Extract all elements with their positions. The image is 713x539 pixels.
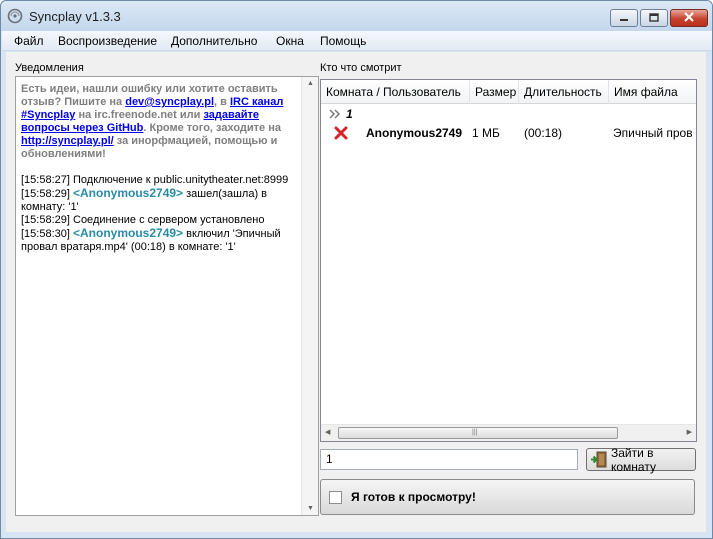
join-room-button[interactable]: Зайти в комнату xyxy=(586,445,696,474)
room-name: 1 xyxy=(346,107,353,121)
door-enter-icon xyxy=(590,451,607,468)
menu-playback[interactable]: Воспроизведение xyxy=(58,34,157,48)
window-title: Syncplay v1.3.3 xyxy=(29,9,121,24)
room-chevron-icon xyxy=(329,108,341,123)
join-room-label: Зайти в комнату xyxy=(611,445,656,474)
menu-windows[interactable]: Окна xyxy=(276,34,304,48)
log-entry: [15:58:29] <Anonymous2749> зашел(зашла) … xyxy=(21,186,268,214)
title-bar[interactable]: Syncplay v1.3.3 xyxy=(1,1,712,31)
column-duration[interactable]: Длительность xyxy=(519,80,609,104)
column-room-user[interactable]: Комната / Пользователь xyxy=(321,80,470,104)
client-area: Уведомления Есть идеи, нашли ошибку или … xyxy=(6,52,706,532)
email-link[interactable]: dev@syncplay.pl xyxy=(125,96,214,108)
log-scrollbar[interactable]: ▲ ▼ xyxy=(301,77,318,515)
menu-advanced[interactable]: Дополнительно xyxy=(171,34,257,48)
room-name-input[interactable]: 1 xyxy=(320,449,578,470)
user-file-duration: (00:18) xyxy=(524,126,563,140)
scroll-right-icon[interactable]: ▶ xyxy=(687,428,692,436)
notifications-label: Уведомления xyxy=(15,62,84,74)
scroll-left-icon[interactable]: ◀ xyxy=(325,428,330,436)
user-name: Anonymous2749 xyxy=(366,126,463,140)
syncplay-icon xyxy=(7,8,23,24)
scroll-down-icon[interactable]: ▼ xyxy=(307,505,314,512)
maximize-button[interactable] xyxy=(640,9,668,27)
menu-help[interactable]: Помощь xyxy=(320,34,366,48)
column-filename[interactable]: Имя файла xyxy=(609,80,696,104)
minimize-icon xyxy=(619,11,629,25)
notifications-log[interactable]: Есть идеи, нашли ошибку или хотите остав… xyxy=(15,76,319,516)
syncplay-window: Syncplay v1.3.3 Файл Воспроизведение Доп… xyxy=(0,0,713,539)
room-list-label: Кто что смотрит xyxy=(320,62,402,74)
ready-checkbox[interactable] xyxy=(329,490,342,504)
site-link[interactable]: http://syncplay.pl/ xyxy=(21,135,114,147)
scroll-thumb[interactable]: ||| xyxy=(338,427,618,439)
log-entry: [15:58:30] <Anonymous2749> включил 'Эпич… xyxy=(21,226,281,254)
grip-icon: ||| xyxy=(472,429,478,436)
user-row[interactable]: Anonymous2749 1 МБ (00:18) Эпичный пров xyxy=(321,124,696,142)
user-file-name: Эпичный пров xyxy=(613,126,693,140)
log-username: <Anonymous2749> xyxy=(73,226,184,240)
ready-toggle[interactable]: Я готов к просмотру! xyxy=(320,479,695,515)
close-icon xyxy=(684,11,694,25)
feedback-hint: Есть идеи, нашли ошибку или хотите остав… xyxy=(21,83,284,160)
menu-file[interactable]: Файл xyxy=(14,34,44,48)
column-size[interactable]: Размер xyxy=(470,80,519,104)
room-user-list[interactable]: Комната / Пользователь Размер Длительнос… xyxy=(320,79,697,442)
log-username: <Anonymous2749> xyxy=(73,186,184,200)
cross-icon xyxy=(334,126,348,143)
close-button[interactable] xyxy=(670,9,708,27)
scroll-up-icon[interactable]: ▲ xyxy=(307,80,314,87)
minimize-button[interactable] xyxy=(610,9,638,27)
ready-label: Я готов к просмотру! xyxy=(351,490,476,504)
user-file-size: 1 МБ xyxy=(472,126,500,140)
list-header: Комната / Пользователь Размер Длительнос… xyxy=(321,80,696,104)
menu-bar: Файл Воспроизведение Дополнительно Окна … xyxy=(2,31,712,51)
list-horizontal-scrollbar[interactable]: ◀ ||| ▶ xyxy=(321,424,696,441)
maximize-icon xyxy=(649,11,659,25)
